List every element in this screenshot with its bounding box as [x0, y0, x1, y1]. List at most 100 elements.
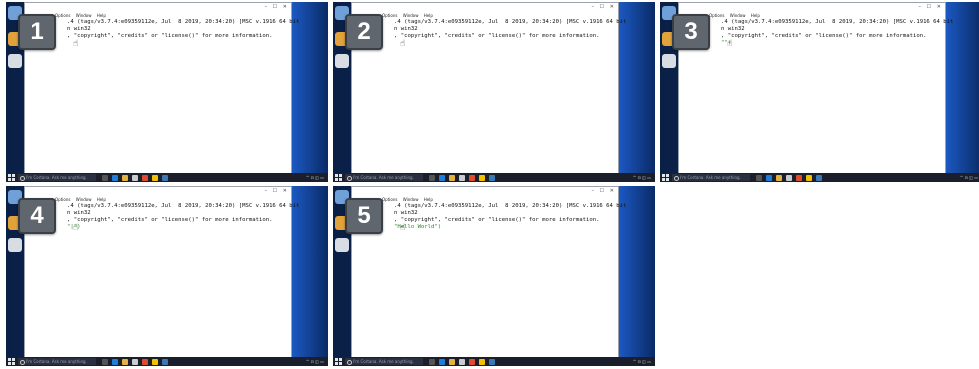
store-icon[interactable] [459, 174, 465, 181]
shell-line-info: , "copyright", "credits" or "license()" … [394, 217, 600, 223]
edge-icon[interactable] [766, 174, 772, 181]
desktop-shortcut-icon[interactable] [662, 54, 676, 68]
menu-window[interactable]: Window [403, 13, 419, 18]
python-idle-taskbar-icon[interactable] [162, 358, 168, 365]
cortana-search-box[interactable]: I'm Cortana. Ask me anything. [672, 174, 750, 181]
minimize-icon[interactable]: – [265, 4, 268, 10]
python-idle-taskbar-icon[interactable] [816, 174, 822, 181]
close-icon[interactable]: ✕ [610, 4, 614, 10]
maximize-icon[interactable]: ☐ [273, 4, 277, 10]
maximize-icon[interactable]: ☐ [273, 188, 277, 194]
windows-start-icon[interactable] [335, 358, 342, 365]
app-taskbar-icon[interactable] [806, 174, 812, 181]
close-icon[interactable]: ✕ [283, 188, 287, 194]
windows-start-icon[interactable] [335, 174, 342, 181]
shell-line-version: .4 (tags/v3.7.4:e09359112e, Jul 8 2019, … [67, 19, 300, 25]
close-icon[interactable]: ✕ [937, 4, 941, 10]
store-icon[interactable] [786, 174, 792, 181]
menu-help[interactable]: Help [424, 13, 433, 18]
menu-window[interactable]: Window [403, 197, 419, 202]
shell-input-line[interactable]: "|") [25, 224, 291, 231]
task-view-icon[interactable] [102, 358, 108, 365]
desktop-shortcut-icon[interactable] [8, 238, 22, 252]
edge-icon[interactable] [112, 174, 118, 181]
cortana-search-box[interactable]: I'm Cortana. Ask me anything. [18, 174, 96, 181]
app-taskbar-icon[interactable] [479, 358, 485, 365]
shell-line-version: .4 (tags/v3.7.4:e09359112e, Jul 8 2019, … [394, 19, 627, 25]
python-shell-window: – ☐ ✕ Options Window Help .4 (tags/v3.7.… [24, 186, 300, 358]
menu-window[interactable]: Window [730, 13, 746, 18]
system-tray[interactable]: ^ ⊡ ◫ ▭ [960, 174, 978, 181]
shell-input-line[interactable]: "") [679, 40, 945, 47]
menu-window[interactable]: Window [76, 197, 92, 202]
windows-start-icon[interactable] [8, 174, 15, 181]
maximize-icon[interactable]: ☐ [600, 188, 604, 194]
chrome-taskbar-icon[interactable] [469, 358, 475, 365]
system-tray[interactable]: ^ ⊡ ◫ ▭ [306, 174, 324, 181]
menu-window[interactable]: Window [76, 13, 92, 18]
minimize-icon[interactable]: – [592, 4, 595, 10]
edge-icon[interactable] [439, 358, 445, 365]
system-tray[interactable]: ^ ⊡ ◫ ▭ [633, 358, 651, 365]
windows-start-icon[interactable] [8, 358, 15, 365]
menu-help[interactable]: Help [97, 197, 106, 202]
cortana-search-box[interactable]: I'm Cortana. Ask me anything. [345, 358, 423, 365]
taskbar: I'm Cortana. Ask me anything. ^ ⊡ ◫ ▭ [6, 173, 328, 182]
cortana-search-box[interactable]: I'm Cortana. Ask me anything. [345, 174, 423, 181]
cortana-icon [20, 175, 25, 181]
minimize-icon[interactable]: – [592, 188, 595, 194]
menu-help[interactable]: Help [424, 197, 433, 202]
desktop-shortcut-icon[interactable] [335, 54, 349, 68]
screenshot-frame-1: – ☐ ✕ Options Window Help .4 (tags/v3.7.… [6, 2, 328, 182]
close-icon[interactable]: ✕ [283, 4, 287, 10]
task-view-icon[interactable] [756, 174, 762, 181]
file-explorer-icon[interactable] [776, 174, 782, 181]
title-bar: – ☐ ✕ [25, 187, 291, 197]
python-idle-taskbar-icon[interactable] [489, 174, 495, 181]
system-tray[interactable]: ^ ⊡ ◫ ▭ [633, 174, 651, 181]
task-view-icon[interactable] [102, 174, 108, 181]
app-taskbar-icon[interactable] [152, 358, 158, 365]
menu-help[interactable]: Help [97, 13, 106, 18]
minimize-icon[interactable]: – [919, 4, 922, 10]
python-shell-window: – ☐ ✕ Options Window Help .4 (tags/v3.7.… [24, 2, 300, 174]
edge-icon[interactable] [439, 174, 445, 181]
menu-options[interactable]: Options [55, 197, 70, 202]
app-taskbar-icon[interactable] [479, 174, 485, 181]
file-explorer-icon[interactable] [449, 174, 455, 181]
chrome-taskbar-icon[interactable] [469, 174, 475, 181]
desktop-shortcut-icon[interactable] [8, 54, 22, 68]
menu-options[interactable]: Options [709, 13, 724, 18]
minimize-icon[interactable]: – [265, 188, 268, 194]
menu-help[interactable]: Help [751, 13, 760, 18]
chrome-taskbar-icon[interactable] [796, 174, 802, 181]
chrome-taskbar-icon[interactable] [142, 358, 148, 365]
python-idle-taskbar-icon[interactable] [162, 174, 168, 181]
store-icon[interactable] [459, 358, 465, 365]
store-icon[interactable] [132, 174, 138, 181]
file-explorer-icon[interactable] [122, 174, 128, 181]
task-view-icon[interactable] [429, 358, 435, 365]
chrome-taskbar-icon[interactable] [142, 174, 148, 181]
shell-line-version: .4 (tags/v3.7.4:e09359112e, Jul 8 2019, … [67, 203, 300, 209]
title-bar: – ☐ ✕ [25, 3, 291, 13]
shell-input-line[interactable]: "Hello World") [352, 224, 618, 231]
menu-options[interactable]: Options [382, 197, 397, 202]
close-icon[interactable]: ✕ [610, 188, 614, 194]
store-icon[interactable] [132, 358, 138, 365]
maximize-icon[interactable]: ☐ [927, 4, 931, 10]
app-taskbar-icon[interactable] [152, 174, 158, 181]
desktop-shortcut-icon[interactable] [335, 238, 349, 252]
python-idle-taskbar-icon[interactable] [489, 358, 495, 365]
edge-icon[interactable] [112, 358, 118, 365]
windows-start-icon[interactable] [662, 174, 669, 181]
menu-options[interactable]: Options [382, 13, 397, 18]
system-tray[interactable]: ^ ⊡ ◫ ▭ [306, 358, 324, 365]
file-explorer-icon[interactable] [449, 358, 455, 365]
cortana-search-box[interactable]: I'm Cortana. Ask me anything. [18, 358, 96, 365]
shell-line-info: , "copyright", "credits" or "license()" … [721, 33, 927, 39]
menu-options[interactable]: Options [55, 13, 70, 18]
maximize-icon[interactable]: ☐ [600, 4, 604, 10]
file-explorer-icon[interactable] [122, 358, 128, 365]
task-view-icon[interactable] [429, 174, 435, 181]
